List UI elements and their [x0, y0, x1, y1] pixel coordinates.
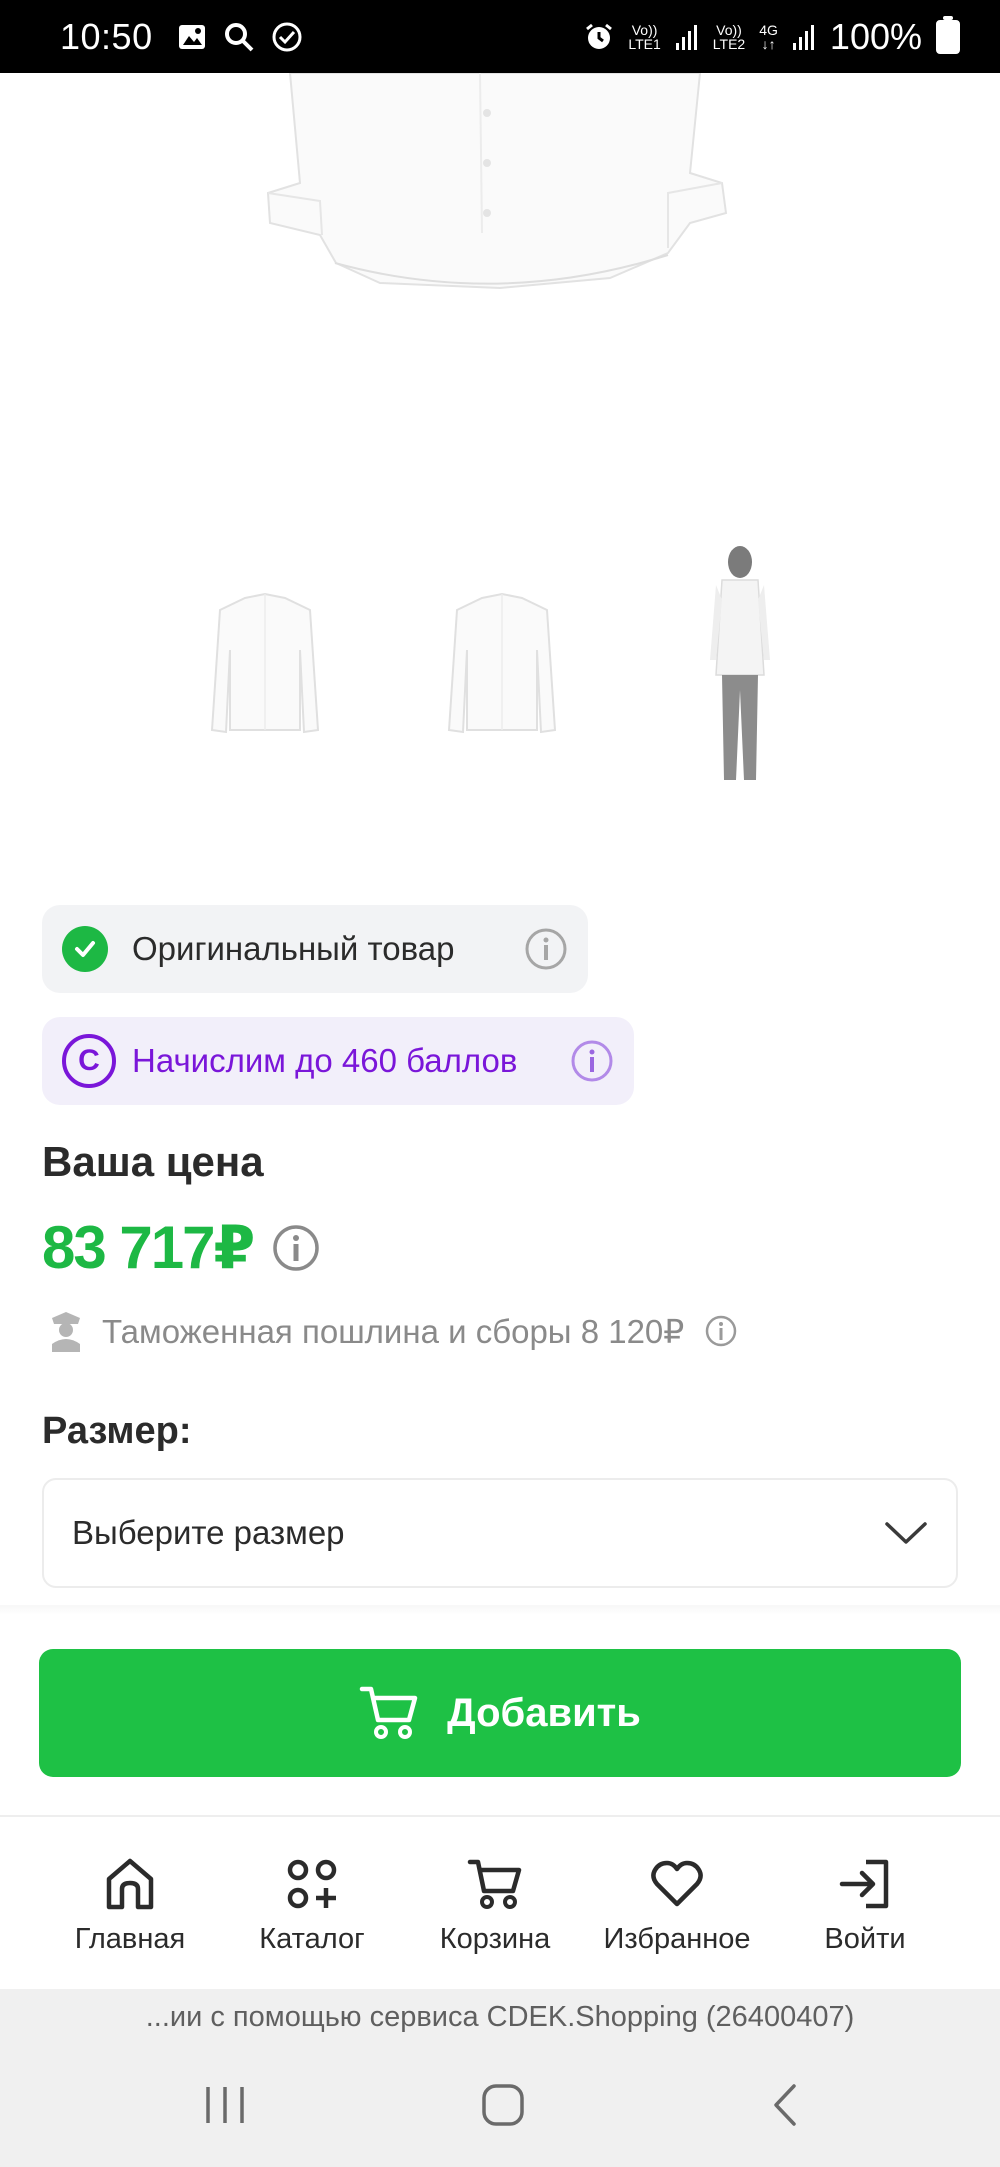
recent-apps-button[interactable]	[185, 2075, 265, 2135]
bonus-points-badge[interactable]: C Начислим до 460 баллов	[42, 1017, 634, 1105]
signal-icon-1	[675, 24, 697, 50]
nav-item-cart[interactable]: Корзина	[400, 1817, 590, 1989]
check-circle-icon	[272, 22, 302, 51]
original-badge-label: Оригинальный товар	[132, 930, 455, 967]
size-title: Размер:	[42, 1410, 192, 1452]
add-to-cart-button[interactable]: Добавить	[39, 1649, 961, 1777]
catalog-icon	[287, 1859, 337, 1909]
info-icon[interactable]	[570, 1039, 614, 1083]
size-select-placeholder: Выберите размер	[72, 1514, 345, 1551]
nav-item-favorites[interactable]: Избранное	[582, 1817, 772, 1989]
price-row: 83 717₽	[42, 1213, 321, 1283]
login-icon	[839, 1859, 889, 1909]
chevron-down-icon	[885, 1522, 927, 1544]
alarm-icon	[586, 23, 613, 49]
sim2-indicator: Vo)) LTE2	[712, 21, 746, 52]
battery-icon	[936, 15, 960, 54]
nav-item-catalog[interactable]: Каталог	[217, 1817, 407, 1989]
check-icon	[62, 926, 108, 972]
url-text: ...ии с помощью сервиса CDEK.Shopping (2…	[145, 2000, 855, 2033]
original-product-badge[interactable]: Оригинальный товар	[42, 905, 588, 993]
battery-percent: 100%	[829, 15, 922, 57]
customs-duty-row: Таможенная пошлина и сборы 8 120₽	[48, 1310, 738, 1352]
recent-apps-icon	[206, 2087, 244, 2123]
status-time: 10:50	[60, 15, 153, 57]
system-navigation-bar	[0, 2045, 1000, 2167]
browser-url-bar[interactable]: ...ии с помощью сервиса CDEK.Shopping (2…	[0, 1989, 1000, 2045]
size-select[interactable]: Выберите размер	[42, 1478, 958, 1588]
points-badge-label: Начислим до 460 баллов	[132, 1042, 518, 1079]
nav-item-home[interactable]: Главная	[35, 1817, 225, 1989]
network-indicator: 4G ↓↑	[759, 21, 778, 52]
back-icon	[774, 2084, 796, 2126]
home-icon	[106, 1858, 154, 1910]
heart-icon	[651, 1860, 703, 1907]
add-to-cart-label: Добавить	[447, 1690, 641, 1735]
bottom-navigation: Главная Каталог Корзина Избранное Войти	[0, 1817, 1000, 1989]
points-logo-icon: C	[62, 1034, 116, 1088]
price-title: Ваша цена	[42, 1138, 264, 1185]
status-notification-icons	[177, 21, 303, 53]
nav-label-favorites: Избранное	[603, 1923, 751, 1955]
nav-label-cart: Корзина	[439, 1923, 551, 1955]
cart-icon	[467, 1859, 522, 1909]
nav-label-catalog: Каталог	[259, 1923, 365, 1955]
thumbnail-3-model[interactable]	[700, 540, 780, 790]
status-system-icons: Vo)) LTE1 Vo)) LTE2 4G ↓↑ 100%	[584, 15, 960, 58]
cart-icon	[359, 1686, 418, 1739]
home-button[interactable]	[463, 2075, 543, 2135]
customs-info-icon[interactable]	[704, 1314, 738, 1348]
signal-icon-2	[792, 24, 814, 50]
back-button[interactable]	[745, 2075, 825, 2135]
status-bar: 10:50 Vo)) LTE1 Vo)) LTE2 4G ↓↑ 100%	[0, 0, 1000, 73]
nav-item-login[interactable]: Войти	[770, 1817, 960, 1989]
nav-label-home: Главная	[74, 1923, 186, 1955]
product-main-image[interactable]	[0, 73, 1000, 483]
sim1-indicator: Vo)) LTE1	[628, 21, 661, 52]
product-thumbnails	[0, 540, 1000, 800]
home-circle-icon	[482, 2084, 524, 2126]
thumbnail-2[interactable]	[437, 590, 567, 740]
search-icon	[224, 22, 254, 51]
customs-duty-text: Таможенная пошлина и сборы 8 120₽	[102, 1312, 685, 1350]
nav-label-login: Войти	[824, 1923, 906, 1955]
info-icon[interactable]	[524, 927, 568, 971]
thumbnail-1[interactable]	[200, 590, 330, 740]
customs-officer-icon	[52, 1312, 80, 1352]
gallery-icon	[178, 24, 205, 49]
section-divider	[0, 1605, 1000, 1615]
price-value: 83 717₽	[42, 1214, 255, 1281]
price-info-icon[interactable]	[271, 1223, 321, 1273]
